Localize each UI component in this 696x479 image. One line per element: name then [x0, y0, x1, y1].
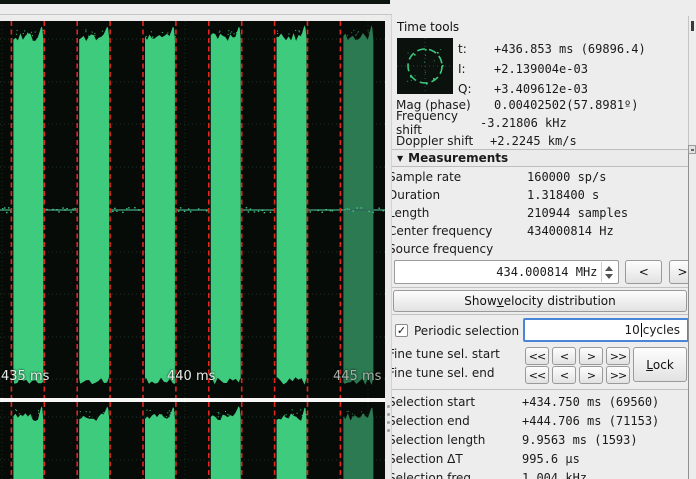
selection-start-value: +434.750 ms (69560) [522, 395, 659, 409]
selection-deltat-row: Selection ΔT 995.6 µs [392, 450, 692, 468]
center-frequency-label: Center frequency [392, 224, 527, 238]
clipped-plot-above [0, 0, 390, 4]
time-plot-secondary[interactable] [0, 402, 385, 479]
fine-tune-start-buttons: << < > >> [525, 347, 633, 365]
doppler-shift-row: Doppler shift +2.2245 km/s [396, 132, 577, 150]
center-frequency-row: Center frequency 434000814 Hz [392, 222, 692, 240]
fine-tune-end-label: Fine tune sel. end [392, 366, 494, 380]
frequency-tune-row: 434.000814 MHz < > [394, 260, 696, 286]
selection-length-row: Selection length 9.9563 ms (1593) [392, 431, 692, 449]
show-velocity-distribution-button[interactable]: Show velocity distribution [393, 290, 687, 312]
source-frequency-row: Source frequency [392, 240, 692, 258]
mag-phase-value: 0.00402502(57.8981º) [494, 98, 639, 112]
cursor-readout-block: t: +436.853 ms (69896.4) I: +2.139004e-0… [458, 39, 646, 99]
periodic-selection-row: ✓ Periodic selection 10 cycles [395, 318, 695, 343]
selection-end-value: +444.706 ms (71153) [522, 414, 659, 428]
selection-length-value: 9.9563 ms (1593) [522, 433, 638, 447]
duration-row: Duration 1.318400 s [392, 186, 692, 204]
start-step-fwd-button[interactable]: > [579, 347, 603, 365]
start-step-fwd-fast-button[interactable]: >> [606, 347, 630, 365]
selection-start-label: Selection start [392, 395, 522, 409]
center-frequency-value: 434000814 Hz [527, 224, 614, 238]
sample-rate-row: Sample rate 160000 sp/s [392, 168, 692, 186]
t-readout: t: +436.853 ms (69896.4) [458, 39, 646, 59]
spinner-down-icon[interactable] [605, 274, 613, 279]
lock-button[interactable]: Lock [633, 347, 687, 382]
cycles-input[interactable]: 10 cycles [523, 318, 689, 342]
selection-freq-row: Selection freq 1.004 kHz [392, 469, 692, 479]
doppler-shift-value: +2.2245 km/s [490, 134, 577, 148]
spinner-up-icon[interactable] [605, 266, 613, 271]
cycles-value: 10 [624, 323, 639, 337]
iq-constellation-display [397, 38, 453, 94]
app-window: 435 ms 440 ms 445 ms Time tools t: +436.85… [0, 0, 696, 479]
time-axis-label: 445 ms [333, 369, 381, 384]
length-value: 210944 samples [527, 206, 628, 220]
sample-rate-label: Sample rate [392, 170, 527, 184]
q-value: +3.409612e-03 [494, 82, 588, 96]
time-axis-label: 440 ms [167, 369, 215, 384]
end-step-fwd-button[interactable]: > [579, 366, 603, 384]
duration-label: Duration [392, 188, 527, 202]
selection-deltat-label: Selection ΔT [392, 452, 522, 466]
t-value: +436.853 ms (69896.4) [494, 42, 646, 56]
start-step-back-button[interactable]: < [552, 347, 576, 365]
end-step-back-fast-button[interactable]: << [525, 366, 549, 384]
measurements-title: Measurements [408, 151, 508, 165]
selection-deltat-value: 995.6 µs [522, 452, 580, 466]
separator [392, 287, 688, 288]
collapse-arrow-icon: ▼ [397, 154, 403, 163]
selection-length-label: Selection length [392, 433, 522, 447]
scroll-up-widget[interactable] [688, 145, 696, 154]
fine-tune-start-label: Fine tune sel. start [392, 347, 500, 361]
length-row: Length 210944 samples [392, 204, 692, 222]
q-label: Q: [458, 82, 494, 96]
length-label: Length [392, 206, 527, 220]
i-readout: I: +2.139004e-03 [458, 59, 646, 79]
sample-rate-value: 160000 sp/s [527, 170, 606, 184]
selection-end-row: Selection end +444.706 ms (71153) [392, 412, 692, 430]
frequency-spinner-arrows[interactable] [601, 262, 616, 282]
periodic-selection-checkbox[interactable]: ✓ [395, 324, 408, 337]
text-cursor [641, 323, 642, 337]
time-plot-main[interactable] [0, 21, 385, 398]
analysis-side-panel: Time tools t: +436.853 ms (69896.4) I: +… [392, 0, 696, 479]
clipped-text-fragment [691, 21, 694, 31]
frequency-prev-button[interactable]: < [625, 260, 662, 284]
frequency-input-value: 434.000814 MHz [496, 265, 597, 279]
separator [392, 314, 688, 315]
separator [392, 389, 688, 390]
frequency-shift-row: Frequency shift -3.21806 kHz [396, 114, 567, 132]
frequency-shift-value: -3.21806 kHz [480, 116, 567, 130]
doppler-shift-label: Doppler shift [396, 134, 490, 148]
clipped-scrollbar-area[interactable] [688, 148, 696, 479]
fine-tune-end-buttons: << < > >> [525, 366, 633, 384]
time-axis-label: 435 ms [1, 369, 49, 384]
cycles-suffix: cycles [643, 323, 680, 337]
source-frequency-label: Source frequency [392, 242, 527, 256]
start-step-back-fast-button[interactable]: << [525, 347, 549, 365]
measurements-section-header[interactable]: ▼ Measurements [392, 149, 688, 167]
duration-value: 1.318400 s [527, 188, 599, 202]
vertical-splitter-handle[interactable] [385, 15, 392, 479]
end-step-fwd-fast-button[interactable]: >> [606, 366, 630, 384]
selection-start-row: Selection start +434.750 ms (69560) [392, 393, 692, 411]
t-label: t: [458, 42, 494, 56]
i-label: I: [458, 62, 494, 76]
selection-freq-label: Selection freq [392, 471, 522, 479]
periodic-selection-label: Periodic selection [414, 324, 519, 338]
time-tools-title: Time tools [397, 20, 459, 34]
end-step-back-button[interactable]: < [552, 366, 576, 384]
frequency-input[interactable]: 434.000814 MHz [394, 260, 619, 284]
selection-freq-value: 1.004 kHz [522, 471, 587, 479]
i-value: +2.139004e-03 [494, 62, 588, 76]
selection-end-label: Selection end [392, 414, 522, 428]
